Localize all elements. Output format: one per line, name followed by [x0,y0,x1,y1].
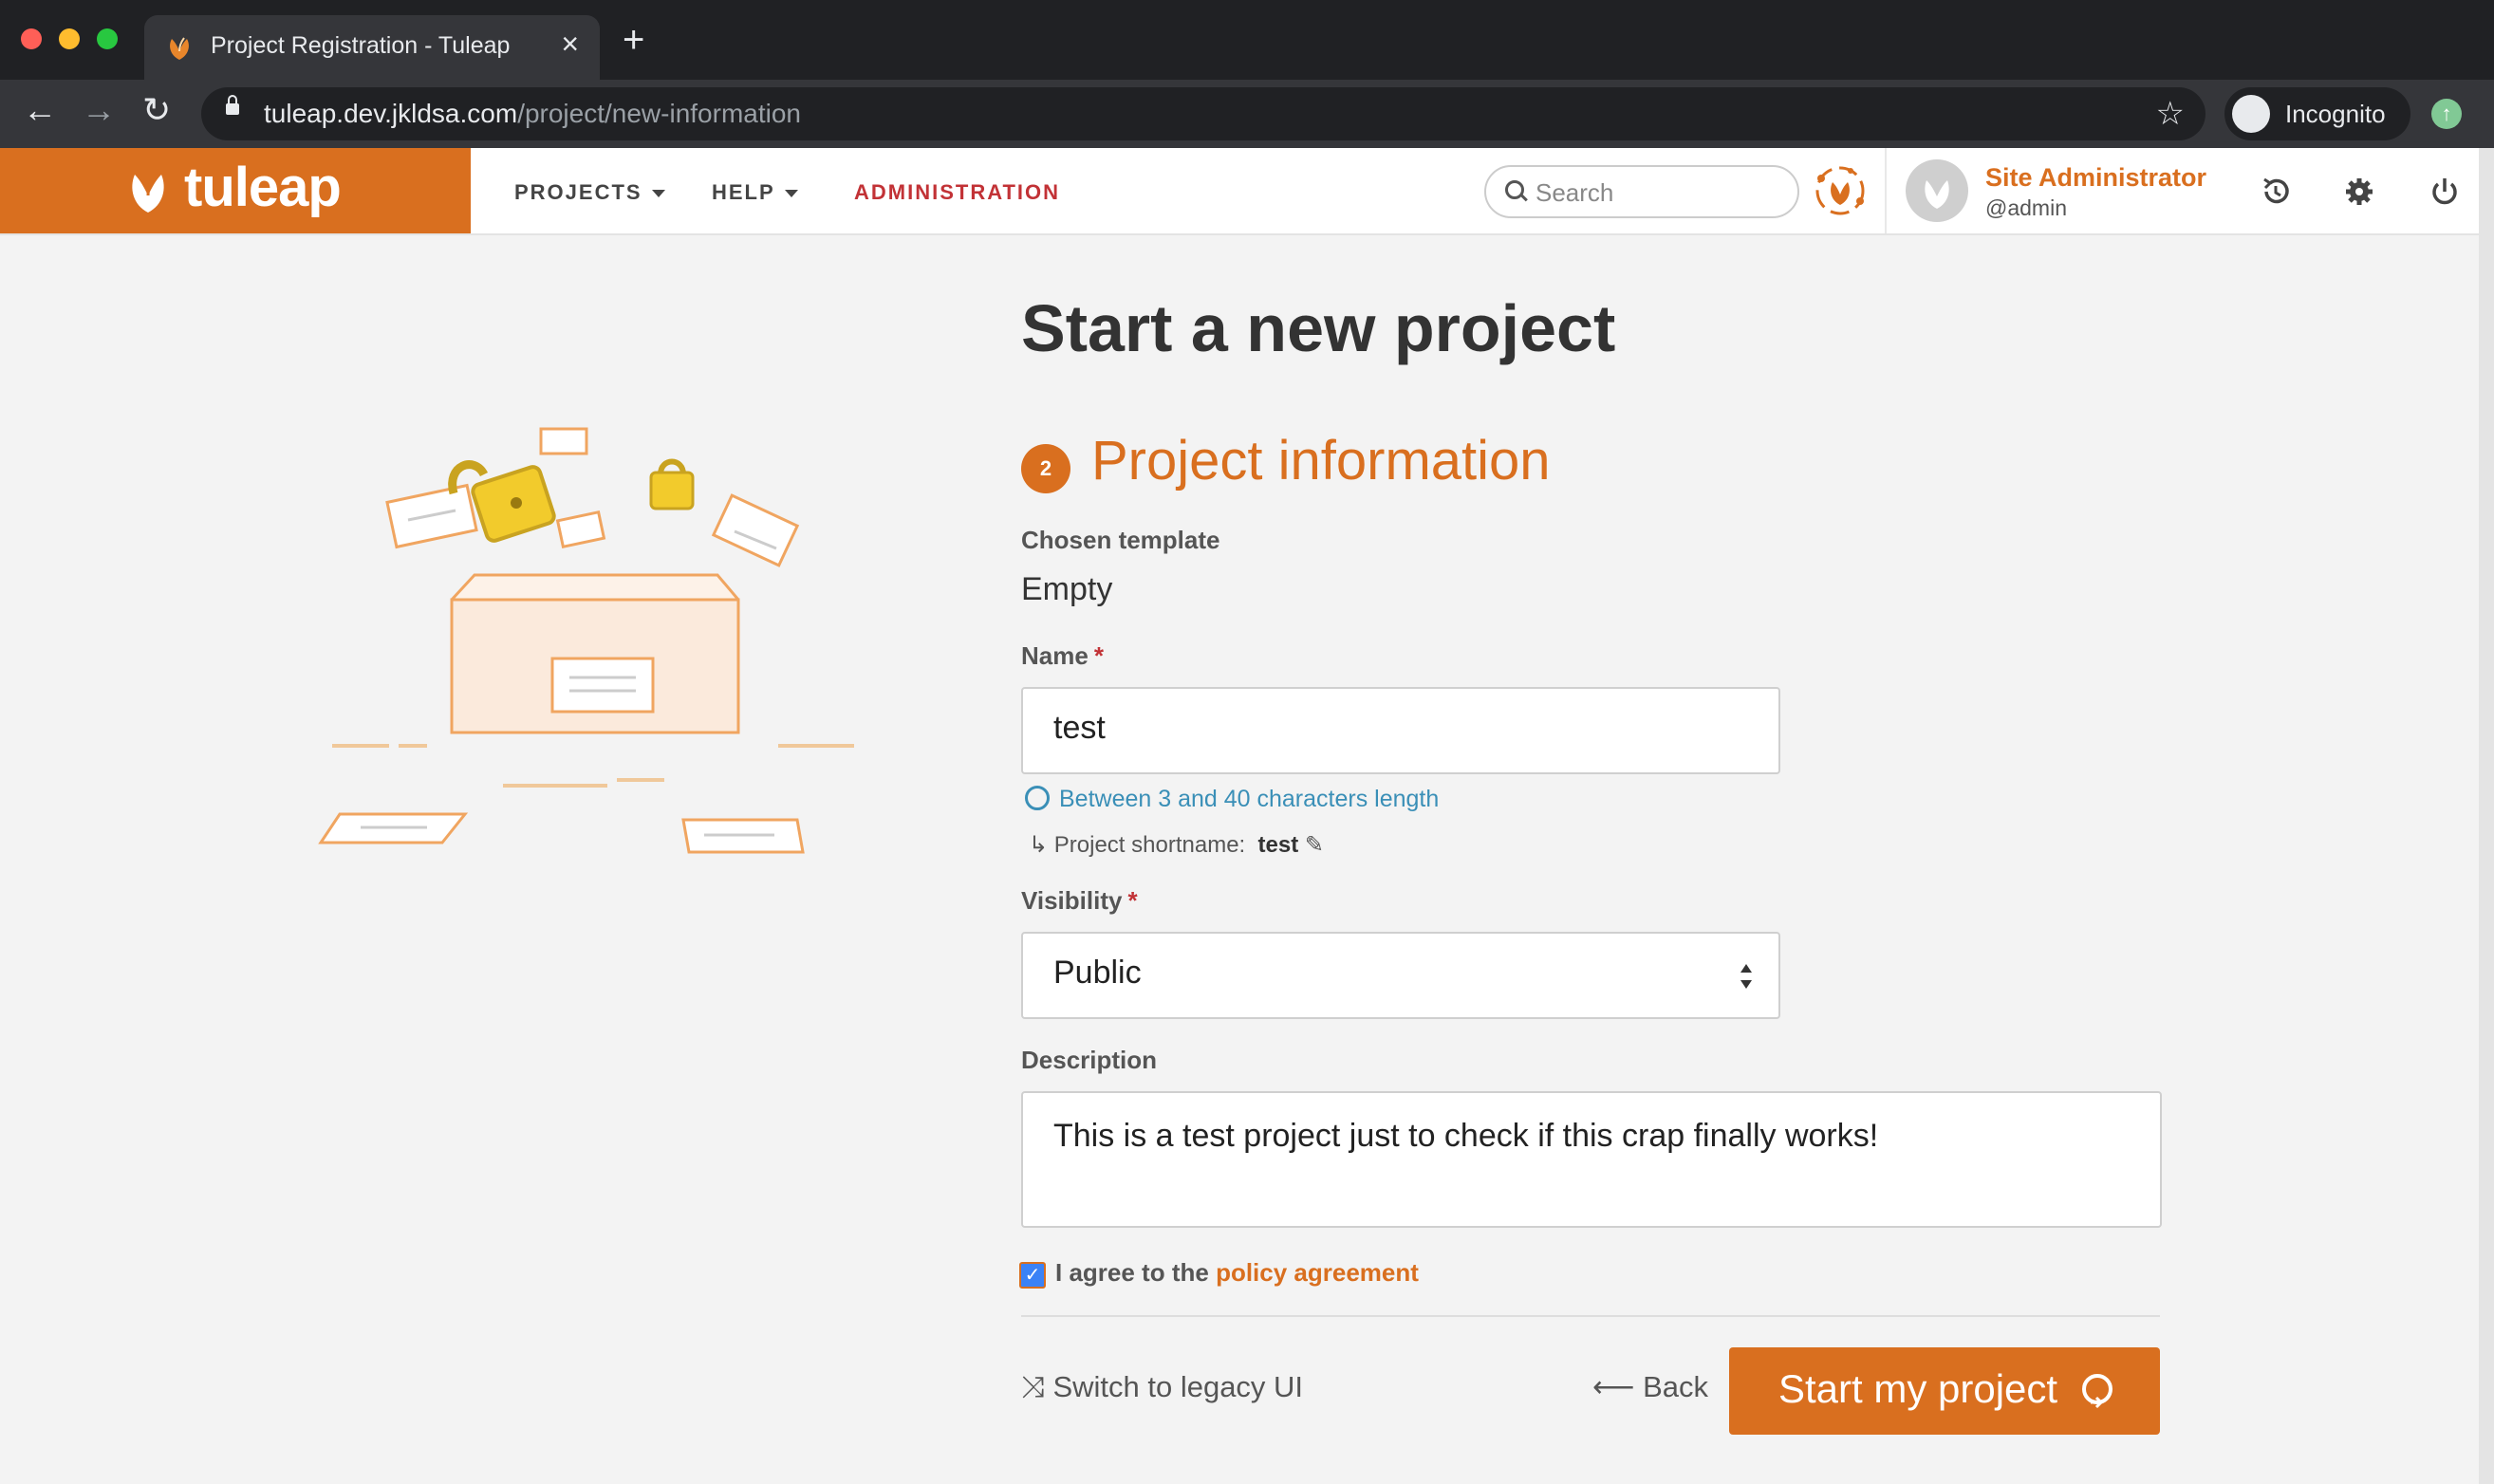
select-arrows-icon [1740,964,1752,989]
avatar-leaf-icon [1925,180,1949,209]
user-login: @admin [1985,195,2067,220]
name-input-value: test [1053,710,1106,746]
header-divider [1885,148,1887,233]
template-value: Empty [1021,571,1113,607]
tab-title: Project Registration - Tuleap [211,32,511,59]
logo-text: tuleap [184,157,342,218]
history-icon[interactable] [2257,173,2295,211]
browser-toolbar: ← → ↻ tuleap.dev.jkldsa.com/project/new-… [0,80,2494,148]
update-icon[interactable]: ↑ [2431,99,2462,129]
lock-icon [226,95,239,115]
help-circle-icon [1025,786,1050,810]
settings-icon[interactable] [2340,173,2378,211]
incognito-icon [2232,95,2270,133]
avatar[interactable] [1906,159,1968,222]
visibility-select[interactable]: Public [1021,932,1780,1019]
switch-legacy-ui-link[interactable]: ⤨ Switch to legacy UI [1021,1370,1303,1405]
close-window-button[interactable] [21,28,42,49]
new-tab-icon[interactable]: + [623,21,644,59]
minimize-window-button[interactable] [59,28,80,49]
caret-down-icon [784,190,798,198]
url-text: tuleap.dev.jkldsa.com/project/new-inform… [264,99,801,128]
bot-icon[interactable] [1813,163,1868,218]
step-number-badge: 2 [1021,444,1070,493]
nav-administration[interactable]: ADMINISTRATION [854,180,1060,205]
user-name[interactable]: Site Administrator [1985,163,2206,193]
app-header: tuleap PROJECTS HELP ADMINISTRATION Sear… [0,148,2479,235]
logout-icon[interactable] [2426,173,2464,211]
name-label: Name * [1021,641,1104,670]
policy-agreement-link[interactable]: policy agreement [1216,1258,1419,1287]
search-input[interactable]: Search [1484,165,1799,218]
arrow-left-icon: ⟵ [1592,1370,1635,1403]
browser-titlebar: Project Registration - Tuleap × + [0,0,2494,80]
template-label: Chosen template [1021,526,1220,554]
visibility-label: Visibility * [1021,886,1138,915]
section-title: Project information [1091,430,1551,492]
form-divider [1021,1315,2160,1317]
name-hint: Between 3 and 40 characters length [1025,786,1439,813]
logo-link[interactable]: tuleap [0,148,471,233]
arrow-circle-right-icon [2082,1374,2112,1409]
start-project-label: Start my project [1778,1366,2058,1411]
search-icon [1505,180,1524,199]
page-scrollbar[interactable] [2479,148,2494,1484]
name-input[interactable]: test [1021,687,1780,774]
incognito-label: Incognito [2285,100,2386,128]
caret-down-icon [651,190,665,198]
description-label: Description [1021,1046,1158,1074]
agree-label: I agree to the policy agreement [1055,1258,1419,1287]
policy-agreement-checkbox[interactable]: ✓ [1019,1262,1046,1289]
pencil-icon[interactable]: ✎ [1305,832,1324,858]
shuffle-icon: ⤨ [1021,1370,1045,1403]
browser-tab[interactable]: Project Registration - Tuleap × [144,15,600,80]
star-icon[interactable]: ☆ [2156,95,2185,133]
required-marker: * [1127,886,1138,915]
project-illustration [318,427,854,854]
nav-help[interactable]: HELP [712,180,798,205]
tab-close-icon[interactable]: × [561,27,579,62]
project-shortname: ↳ Project shortname: test ✎ [1029,832,1325,858]
forward-icon[interactable]: → [82,93,116,127]
incognito-badge[interactable]: Incognito [2224,87,2410,140]
tuleap-favicon-icon [170,37,189,60]
shortname-value: test [1257,832,1299,858]
page-title: Start a new project [1021,291,1616,365]
tuleap-logo-icon [132,168,164,213]
nav-projects[interactable]: PROJECTS [514,180,665,205]
description-textarea[interactable]: This is a test project just to check if … [1021,1091,2162,1228]
reload-icon[interactable]: ↻ [142,93,171,127]
search-placeholder: Search [1535,178,1614,207]
start-project-button[interactable]: Start my project [1729,1347,2160,1435]
back-icon[interactable]: ← [23,93,57,127]
address-bar[interactable]: tuleap.dev.jkldsa.com/project/new-inform… [201,87,2206,140]
back-link[interactable]: ⟵ Back [1592,1370,1708,1404]
maximize-window-button[interactable] [97,28,118,49]
description-text: This is a test project just to check if … [1053,1118,1879,1154]
arrow-return-icon: ↳ [1029,832,1049,858]
visibility-select-value: Public [1053,955,1142,991]
required-marker: * [1093,641,1104,670]
